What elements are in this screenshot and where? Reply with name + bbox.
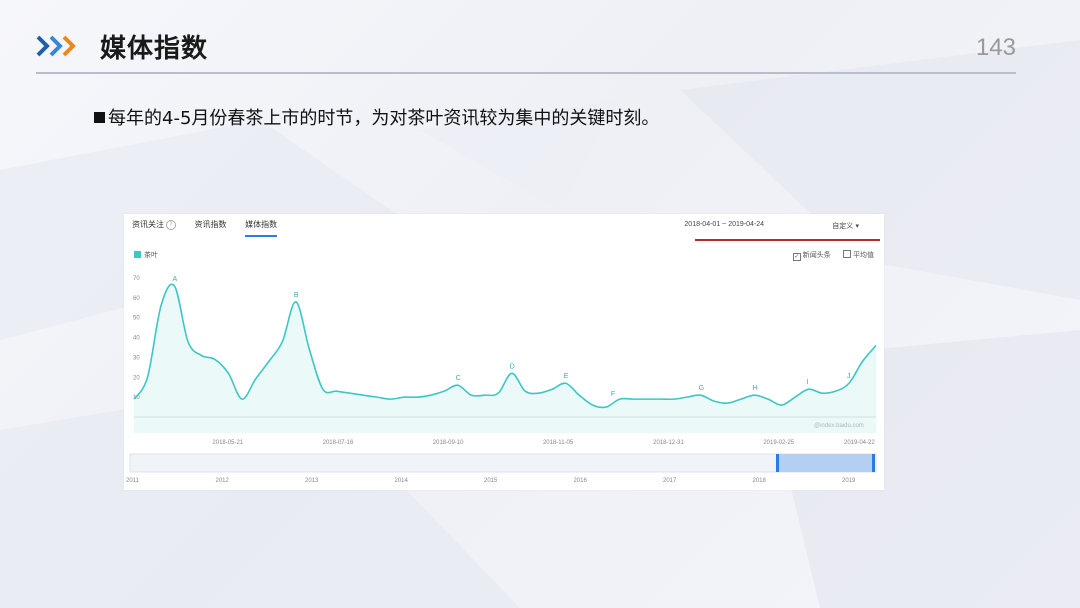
media-index-panel: 资讯关注? 资讯指数 媒体指数 2018-04-01 ~ 2019-04-24 … <box>124 214 884 490</box>
y-tick-label: 40 <box>133 336 140 342</box>
range-navigator <box>129 453 877 473</box>
y-tick-label: 20 <box>133 375 140 381</box>
x-tick-label: 2018-05-21 <box>212 440 243 446</box>
navigator-year-label: 2016 <box>574 478 588 484</box>
navigator-year-label: 2014 <box>395 478 409 484</box>
chevrons-icon <box>36 35 76 57</box>
bullet-square-icon <box>94 112 105 123</box>
navigator-selection <box>778 454 874 472</box>
x-tick-label: 2018-12-31 <box>653 440 684 446</box>
y-tick-label: 60 <box>133 296 140 302</box>
y-tick-label: 70 <box>133 276 140 282</box>
series-area <box>134 284 876 433</box>
navigator-year-label: 2019 <box>842 478 856 484</box>
x-tick-label: 2018-07-16 <box>323 440 354 446</box>
y-tick-label: 30 <box>133 355 140 361</box>
annotation-i: I <box>807 379 809 386</box>
navigator-handle-right <box>872 454 875 472</box>
bullet-point: 每年的4-5月份春茶上市的时节，为对茶叶资讯较为集中的关键时刻。 <box>94 104 659 130</box>
navigator-year-label: 2011 <box>126 478 140 484</box>
annotation-j: J <box>847 373 851 380</box>
title-divider <box>36 72 1016 74</box>
annotation-d: D <box>510 363 515 370</box>
navigator-year-label: 2013 <box>305 478 319 484</box>
annotation-e: E <box>564 373 569 380</box>
annotation-b: B <box>294 292 299 299</box>
navigator-year-label: 2012 <box>216 478 230 484</box>
navigator-year-label: 2018 <box>753 478 767 484</box>
x-tick-label: 2018-09-10 <box>433 440 464 446</box>
x-tick-label: 2019-02-25 <box>763 440 794 446</box>
navigator-year-label: 2017 <box>663 478 677 484</box>
navigator-year-label: 2015 <box>484 478 498 484</box>
annotation-a: A <box>172 276 177 283</box>
annotation-c: C <box>456 375 461 382</box>
annotation-g: G <box>699 385 704 392</box>
navigator-handle-left <box>776 454 779 472</box>
page-number: 143 <box>975 34 1016 61</box>
annotation-f: F <box>611 391 615 398</box>
bullet-text: 每年的4-5月份春茶上市的时节，为对茶叶资讯较为集中的关键时刻。 <box>108 108 660 129</box>
x-tick-label: 2019-04-22 <box>844 440 875 446</box>
slide-title: 媒体指数 <box>100 34 209 64</box>
annotation-h: H <box>753 385 758 392</box>
media-index-chart: @index.baidu.com 70605040302010ABCDEFG HI… <box>126 276 877 484</box>
x-tick-label: 2018-11-05 <box>543 440 574 446</box>
y-tick-label: 50 <box>133 316 140 322</box>
